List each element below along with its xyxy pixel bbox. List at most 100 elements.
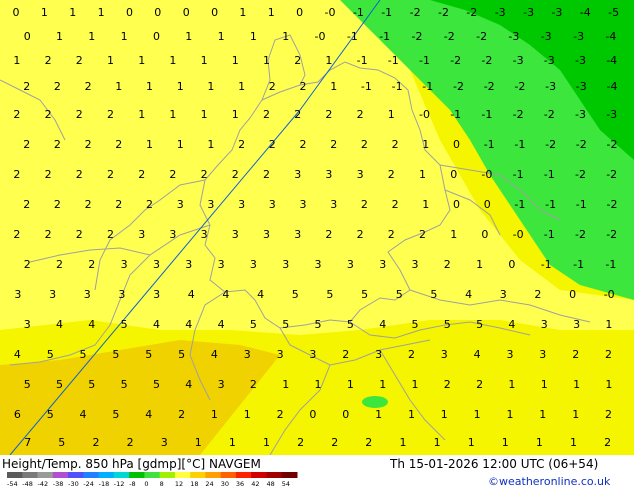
temperature-value: 2 [294, 54, 301, 67]
temperature-value: 4 [379, 318, 386, 331]
temperature-value: 2 [107, 228, 114, 241]
temperature-value: 3 [24, 318, 31, 331]
legend-swatch [235, 472, 252, 478]
temperature-value: 0 [211, 6, 218, 19]
temperature-value: 5 [178, 348, 185, 361]
temperature-value: -2 [412, 30, 423, 43]
temperature-value: 1 [232, 54, 239, 67]
temperature-value: 1 [195, 436, 202, 449]
temperature-value: 0 [154, 6, 161, 19]
legend-label: -24 [83, 480, 94, 488]
temperature-value: -4 [606, 54, 617, 67]
temperature-value: 1 [250, 30, 257, 43]
temperature-value: -2 [606, 168, 617, 181]
temperature-value: 1 [201, 108, 208, 121]
temperature-value: -1 [353, 6, 364, 19]
temperature-value: 5 [58, 436, 65, 449]
credit-link[interactable]: ©weatheronline.co.uk [488, 475, 610, 488]
temperature-value: 1 [282, 30, 289, 43]
temperature-value: 3 [161, 436, 168, 449]
temperature-value: 0 [342, 408, 349, 421]
legend-label: -54 [7, 480, 18, 488]
temperature-value: -1 [381, 6, 392, 19]
temperature-value: 2 [45, 108, 52, 121]
temperature-value: 2 [178, 408, 185, 421]
legend-label: 54 [282, 480, 290, 488]
temperature-value: -2 [476, 30, 487, 43]
temperature-value: 3 [357, 168, 364, 181]
legend-swatch [159, 472, 176, 478]
temperature-value: 5 [347, 318, 354, 331]
temperature-value: 1 [88, 30, 95, 43]
temperature-value: -1 [514, 198, 525, 211]
temperature-value: 3 [153, 258, 160, 271]
temperature-value: 2 [76, 228, 83, 241]
temperature-value: 1 [434, 436, 441, 449]
temperature-value: 0 [24, 30, 31, 43]
temperature-value: 2 [45, 168, 52, 181]
temperature-value: -3 [523, 6, 534, 19]
temperature-value: 1 [177, 80, 184, 93]
temperature-value: -1 [541, 258, 552, 271]
temperature-value: -2 [410, 6, 421, 19]
temperature-value: 2 [127, 436, 134, 449]
temperature-value: -1 [419, 54, 430, 67]
temperature-value: 5 [476, 318, 483, 331]
temperature-value: 3 [379, 258, 386, 271]
temperature-value: 5 [145, 348, 152, 361]
temperature-value: -4 [607, 80, 618, 93]
temperature-value: 3 [185, 258, 192, 271]
legend-swatch [129, 472, 145, 478]
temperature-value: 0 [481, 228, 488, 241]
temperature-value: 3 [263, 228, 270, 241]
temperature-value: 5 [56, 378, 63, 391]
temperature-value: 2 [138, 168, 145, 181]
temperature-value: 3 [153, 288, 160, 301]
temperature-value: 5 [88, 378, 95, 391]
temperature-value: 1 [268, 6, 275, 19]
temperature-value: 5 [121, 318, 128, 331]
temperature-value: 2 [76, 168, 83, 181]
temperature-value: 1 [573, 378, 580, 391]
temperature-value: 2 [357, 228, 364, 241]
legend-swatch [266, 472, 283, 478]
temperature-value: 2 [23, 80, 30, 93]
temperature-value: 2 [54, 80, 61, 93]
temperature-value: 1 [263, 54, 270, 67]
temperature-value: 4 [218, 318, 225, 331]
temperature-value: -1 [513, 168, 524, 181]
temperature-value: 1 [263, 436, 270, 449]
temperature-value: 2 [361, 198, 368, 211]
temperature-value: 1 [388, 108, 395, 121]
temperature-value: 1 [218, 30, 225, 43]
temperature-value: -4 [605, 30, 616, 43]
temperature-value: 2 [357, 108, 364, 121]
temperature-value: 2 [107, 108, 114, 121]
temperature-value: 1 [201, 54, 208, 67]
temperature-value: 3 [232, 228, 239, 241]
legend-swatch [205, 472, 222, 478]
temperature-value: 0 [183, 6, 190, 19]
temperature-value: -2 [450, 54, 461, 67]
temperature-map[interactable]: 0 1 1 1 0 0 0 0 1 1 0 -0 -1 -1 -2 -2 -2 -3 -3 -3 -4 -5 0 1 1 1 0 1 1… [0, 0, 634, 455]
temperature-value: 1 [177, 138, 184, 151]
temperature-value: 2 [444, 378, 451, 391]
temperature-value: 1 [138, 108, 145, 121]
temperature-value: 4 [14, 348, 21, 361]
temperature-value: -2 [544, 108, 555, 121]
temperature-value: 2 [263, 168, 270, 181]
legend-label: 30 [221, 480, 229, 488]
temperature-value: 1 [422, 138, 429, 151]
temperature-value: 2 [476, 378, 483, 391]
temperature-value: 1 [98, 6, 105, 19]
temperature-value: 4 [56, 318, 63, 331]
temperature-value: 3 [277, 348, 284, 361]
legend-label: 18 [190, 480, 198, 488]
temperature-value: 5 [24, 378, 31, 391]
temperature-value: 5 [153, 378, 160, 391]
temperature-value: 3 [294, 228, 301, 241]
temperature-value: 5 [412, 318, 419, 331]
temperature-value: 1 [422, 198, 429, 211]
temperature-value: 1 [146, 138, 153, 151]
temperature-value: -1 [361, 80, 372, 93]
